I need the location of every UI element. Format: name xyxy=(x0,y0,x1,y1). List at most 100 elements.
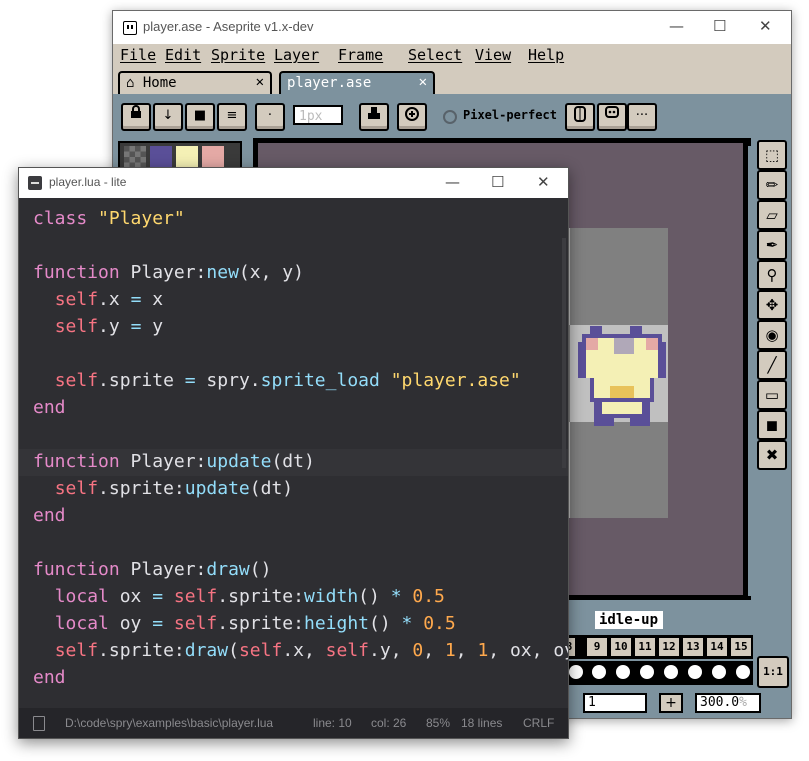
lock-icon[interactable] xyxy=(121,103,151,131)
file-path: D:\code\spry\examples\basic\player.lua xyxy=(65,716,274,730)
close-icon[interactable]: ✕ xyxy=(759,17,772,35)
code-line[interactable]: self.x = x xyxy=(33,286,163,313)
code-line[interactable]: local ox = self.sprite:width() * 0.5 xyxy=(33,583,445,610)
lite-titlebar: player.lua - lite — ☐ ✕ xyxy=(19,168,568,198)
pixel-inspect-icon[interactable] xyxy=(397,103,427,131)
cel[interactable] xyxy=(736,665,750,679)
tiled-mode-icon[interactable] xyxy=(597,103,627,131)
code-line[interactable]: end xyxy=(33,502,66,529)
frame-number[interactable]: 11 xyxy=(635,638,655,656)
menu-edit[interactable]: Edit xyxy=(165,46,201,64)
square-brush-icon[interactable]: ■ xyxy=(185,103,215,131)
line-count: 18 lines xyxy=(461,716,503,730)
cel[interactable] xyxy=(640,665,654,679)
frame-number[interactable]: 13 xyxy=(683,638,703,656)
blur-icon[interactable]: ✖ xyxy=(757,440,787,470)
frame-number[interactable]: 10 xyxy=(611,638,631,656)
code-line[interactable]: end xyxy=(33,394,66,421)
menu-view[interactable]: View xyxy=(475,46,511,64)
zoom-unit: % xyxy=(739,695,747,710)
code-line[interactable]: self.sprite:draw(self.x, self.y, 0, 1, 1… xyxy=(33,637,568,664)
zoom-icon[interactable]: ⚲ xyxy=(757,260,787,290)
player-sprite xyxy=(578,326,666,426)
cel[interactable] xyxy=(592,665,606,679)
editor-scrollbar[interactable] xyxy=(562,238,566,468)
arrow-down-icon[interactable]: ↓ xyxy=(153,103,183,131)
line-ending: CRLF xyxy=(523,716,555,730)
add-frame-button[interactable]: + xyxy=(659,693,683,713)
menu-help[interactable]: Help xyxy=(528,46,564,64)
code-line[interactable]: self.sprite:update(dt) xyxy=(33,475,293,502)
cel[interactable] xyxy=(688,665,702,679)
cel[interactable] xyxy=(712,665,726,679)
tab-home[interactable]: ⌂ Home ✕ xyxy=(118,71,272,95)
close-icon[interactable]: ✕ xyxy=(537,173,550,191)
contour-icon[interactable]: ◼ xyxy=(757,410,787,440)
menu-lines-icon[interactable]: ≡ xyxy=(217,103,247,131)
pencil-icon[interactable]: ✏ xyxy=(757,170,787,200)
document-tabs: ⌂ Home ✕ player.ase ✕ xyxy=(113,70,791,95)
code-editor[interactable]: class "Player" function Player:new(x, y) … xyxy=(19,198,568,708)
cel[interactable] xyxy=(569,665,583,679)
tab-home-label: Home xyxy=(142,75,177,91)
rectangle-icon[interactable]: ▭ xyxy=(757,380,787,410)
current-frame-field[interactable]: 1 xyxy=(583,693,647,713)
menu-file[interactable]: File xyxy=(120,46,156,64)
code-line[interactable]: self.y = y xyxy=(33,313,163,340)
pixel-perfect-checkbox[interactable] xyxy=(443,110,457,124)
menu-select[interactable]: Select xyxy=(408,46,462,64)
canvas-scrollbar[interactable] xyxy=(748,146,751,596)
brush-size-input[interactable]: 1px xyxy=(293,105,343,125)
home-icon: ⌂ xyxy=(126,75,135,91)
line-icon[interactable]: ╱ xyxy=(757,350,787,380)
frame-number[interactable]: 9 xyxy=(587,638,607,656)
frame-number[interactable]: 14 xyxy=(707,638,727,656)
symmetry-icon[interactable] xyxy=(565,103,595,131)
lite-app-icon xyxy=(28,176,42,190)
context-toolbar: ↓ ■ ≡ · 1px Pixel-perfect ··· xyxy=(113,98,791,138)
maximize-icon[interactable]: ☐ xyxy=(491,173,504,191)
paint-bucket-icon[interactable]: ◉ xyxy=(757,320,787,350)
tab-player-ase[interactable]: player.ase ✕ xyxy=(279,71,435,95)
eyedropper-icon[interactable]: ✒ xyxy=(757,230,787,260)
cel[interactable] xyxy=(616,665,630,679)
menu-sprite[interactable]: Sprite xyxy=(211,46,265,64)
tab-player-label: player.ase xyxy=(287,75,372,91)
lite-window-title: player.lua - lite xyxy=(49,175,127,189)
rectangular-marquee-icon[interactable]: ⬚ xyxy=(757,140,787,170)
palette-swatch[interactable] xyxy=(150,146,172,168)
cel[interactable] xyxy=(664,665,678,679)
cursor-line: line: 10 xyxy=(313,716,352,730)
minimize-icon[interactable]: — xyxy=(445,173,460,191)
move-icon[interactable]: ✥ xyxy=(757,290,787,320)
code-line[interactable]: end xyxy=(33,664,66,691)
one-to-one-button[interactable]: 1:1 xyxy=(757,656,789,688)
code-line[interactable]: function Player:draw() xyxy=(33,556,271,583)
code-line[interactable]: class "Player" xyxy=(33,205,185,232)
zoom-field[interactable]: 300.0% xyxy=(695,693,761,713)
tool-palette: ⬚ ✏ ▱ ✒ ⚲ ✥ ◉ ╱ ▭ ◼ ✖ xyxy=(755,138,789,474)
cel-row xyxy=(563,661,753,685)
minimize-icon[interactable]: — xyxy=(669,17,684,35)
code-line[interactable]: function Player:new(x, y) xyxy=(33,259,304,286)
code-line[interactable]: local oy = self.sprite:height() * 0.5 xyxy=(33,610,456,637)
code-line[interactable]: function Player:update(dt) xyxy=(33,448,315,475)
code-line[interactable]: self.sprite = spry.sprite_load "player.a… xyxy=(33,367,521,394)
palette-swatch[interactable] xyxy=(176,146,198,168)
more-options-button[interactable]: ··· xyxy=(627,103,657,131)
frame-number[interactable]: 15 xyxy=(731,638,751,656)
palette-swatch-transparent[interactable] xyxy=(124,146,146,168)
palette-swatch[interactable] xyxy=(202,146,224,168)
tab-close-icon[interactable]: ✕ xyxy=(256,74,264,90)
ink-icon[interactable] xyxy=(359,103,389,131)
frame-header-row: 8 9 10 11 12 13 14 15 xyxy=(563,635,753,659)
dot-brush-icon[interactable]: · xyxy=(255,103,285,131)
menu-frame[interactable]: Frame xyxy=(338,46,383,64)
maximize-icon[interactable]: ☐ xyxy=(713,17,726,35)
frame-number[interactable]: 12 xyxy=(659,638,679,656)
animation-tag[interactable]: idle-up xyxy=(595,611,663,629)
menu-layer[interactable]: Layer xyxy=(274,46,319,64)
eraser-icon[interactable]: ▱ xyxy=(757,200,787,230)
aseprite-titlebar: player.ase - Aseprite v1.x-dev — ☐ ✕ xyxy=(113,11,791,44)
tab-close-icon[interactable]: ✕ xyxy=(419,74,427,90)
